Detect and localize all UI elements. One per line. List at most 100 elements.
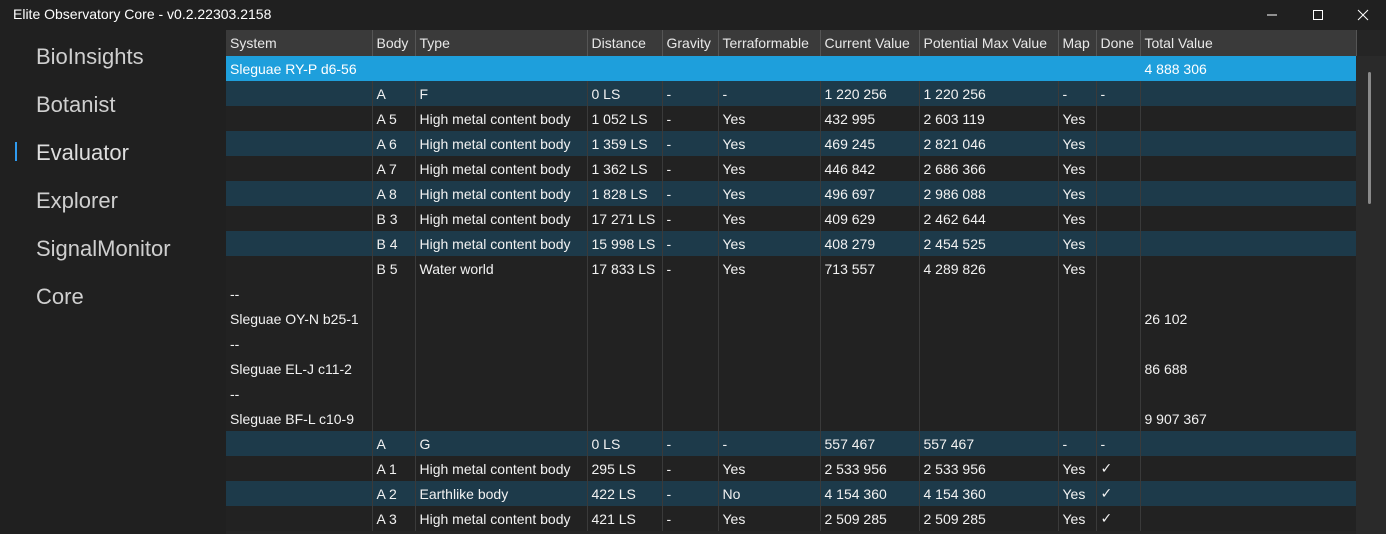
close-button[interactable] [1340,0,1386,30]
cell-system [226,81,373,106]
cell-map: Yes [1058,481,1097,506]
column-header-body[interactable]: Body [372,30,416,56]
cell-done [1096,381,1141,406]
table-row[interactable]: Sleguae BF-L c10-9 9 907 367 [226,406,1357,431]
table-row[interactable]: AF0 LS - -1 220 256 1 220 256- - [226,81,1357,106]
separator-row[interactable]: -- [226,281,1357,306]
cell-potential-max-value: 2 509 285 [919,506,1059,531]
cell-gravity: - [662,256,719,281]
column-header-current-value[interactable]: Current Value [820,30,920,56]
column-header-gravity[interactable]: Gravity [662,30,719,56]
cell-type: High metal content body [415,506,588,531]
scrollbar-thumb[interactable] [1368,72,1371,204]
column-header-type[interactable]: Type [415,30,588,56]
maximize-button[interactable] [1295,0,1341,30]
cell-potential-max-value: 4 289 826 [919,256,1059,281]
column-header-map[interactable]: Map [1058,30,1097,56]
cell-body: A 1 [372,456,416,481]
cell-done [1096,306,1141,331]
cell-total-value [1140,456,1357,481]
cell-done [1096,156,1141,181]
cell-terraformable [718,56,821,81]
table-row[interactable]: A 8 High metal content body 1 828 LS - Yes 49… [226,181,1357,206]
sidebar-item-explorer[interactable]: Explorer [0,179,220,219]
cell-distance [587,331,663,356]
cell-body: B 4 [372,231,416,256]
sidebar-item-bioinsights[interactable]: BioInsights [0,35,220,75]
table-row[interactable]: Sleguae OY-N b25-1 26 102 [226,306,1357,331]
cell-map: Yes [1058,231,1097,256]
cell-system [226,256,373,281]
cell-terraformable: Yes [718,456,821,481]
scrollbar-track[interactable] [1356,56,1386,534]
cell-map [1058,406,1097,431]
cell-system: Sleguae EL-J c11-2 [226,356,373,381]
cell-current-value: 4 154 360 [820,481,920,506]
cell-map: Yes [1058,256,1097,281]
cell-potential-max-value: 1 220 256 [919,81,1059,106]
cell-system [226,206,373,231]
cell-total-value: 4 888 306 [1140,56,1357,81]
table-row[interactable]: B 4 High metal content body 15 998 LS - Yes 4… [226,231,1357,256]
cell-map: Yes [1058,506,1097,531]
cell-distance: 295 LS [587,456,663,481]
cell-terraformable: Yes [718,181,821,206]
sidebar-item-botanist[interactable]: Botanist [0,83,220,123]
sidebar-item-core[interactable]: Core [0,275,220,315]
cell-system: -- [226,281,373,306]
cell-done [1096,131,1141,156]
sidebar-item-signalmonitor[interactable]: SignalMonitor [0,227,220,267]
cell-terraformable [718,281,821,306]
cell-map: Yes [1058,181,1097,206]
evaluator-table: System Body Type Distance Gravity Terraformab… [226,30,1357,531]
table-row[interactable]: Sleguae EL-J c11-2 86 688 [226,356,1357,381]
cell-type: Water world [415,256,588,281]
separator-row[interactable]: -- [226,331,1357,356]
minimize-button[interactable] [1249,0,1295,30]
cell-map [1058,281,1097,306]
cell-system [226,481,373,506]
window-title: Elite Observatory Core - v0.2.22303.2158 [13,6,272,22]
cell-body [372,281,416,306]
cell-terraformable: Yes [718,206,821,231]
table-row[interactable]: AG0 LS - -557 467 557 467- - [226,431,1357,456]
column-header-total-value[interactable]: Total Value [1140,30,1357,56]
table-row[interactable]: A 1 High metal content body 295 LS - Yes 2 53… [226,456,1357,481]
cell-terraformable: Yes [718,131,821,156]
cell-system [226,181,373,206]
table-row[interactable]: B 5 Water world 17 833 LS - Yes 713 557 4 289 … [226,256,1357,281]
table-row[interactable]: A 2 Earthlike body 422 LS - No 4 154 360 4 154… [226,481,1357,506]
table-row[interactable]: A 5 High metal content body 1 052 LS - Yes 43… [226,106,1357,131]
cell-potential-max-value [919,406,1059,431]
cell-type [415,281,588,306]
table-row[interactable]: A 6 High metal content body 1 359 LS - Yes 46… [226,131,1357,156]
column-header-potential-max-value[interactable]: Potential Max Value [919,30,1059,56]
cell-potential-max-value: 2 821 046 [919,131,1059,156]
cell-gravity: - [662,131,719,156]
cell-done [1096,56,1141,81]
cell-potential-max-value [919,306,1059,331]
column-header-terraformable[interactable]: Terraformable [718,30,821,56]
cell-body: A 3 [372,506,416,531]
table-row[interactable]: A 7 High metal content body 1 362 LS - Yes 44… [226,156,1357,181]
column-header-system[interactable]: System [226,30,373,56]
table-row[interactable]: Sleguae RY-P d6-56 4 888 306 [226,56,1357,81]
cell-current-value [820,406,920,431]
cell-type [415,381,588,406]
cell-done [1096,256,1141,281]
separator-row[interactable]: -- [226,381,1357,406]
column-header-distance[interactable]: Distance [587,30,663,56]
cell-terraformable [718,406,821,431]
cell-current-value: 2 533 956 [820,456,920,481]
table-row[interactable]: B 3 High metal content body 17 271 LS - Yes 4… [226,206,1357,231]
cell-potential-max-value [919,56,1059,81]
cell-type: F [415,81,588,106]
cell-potential-max-value [919,331,1059,356]
cell-body: A 7 [372,156,416,181]
maximize-icon [1313,10,1323,20]
cell-map [1058,356,1097,381]
table-row[interactable]: A 3 High metal content body 421 LS - Yes 2 50… [226,506,1357,531]
sidebar-item-evaluator[interactable]: Evaluator [0,131,220,171]
column-header-done[interactable]: Done [1096,30,1141,56]
cell-type [415,356,588,381]
